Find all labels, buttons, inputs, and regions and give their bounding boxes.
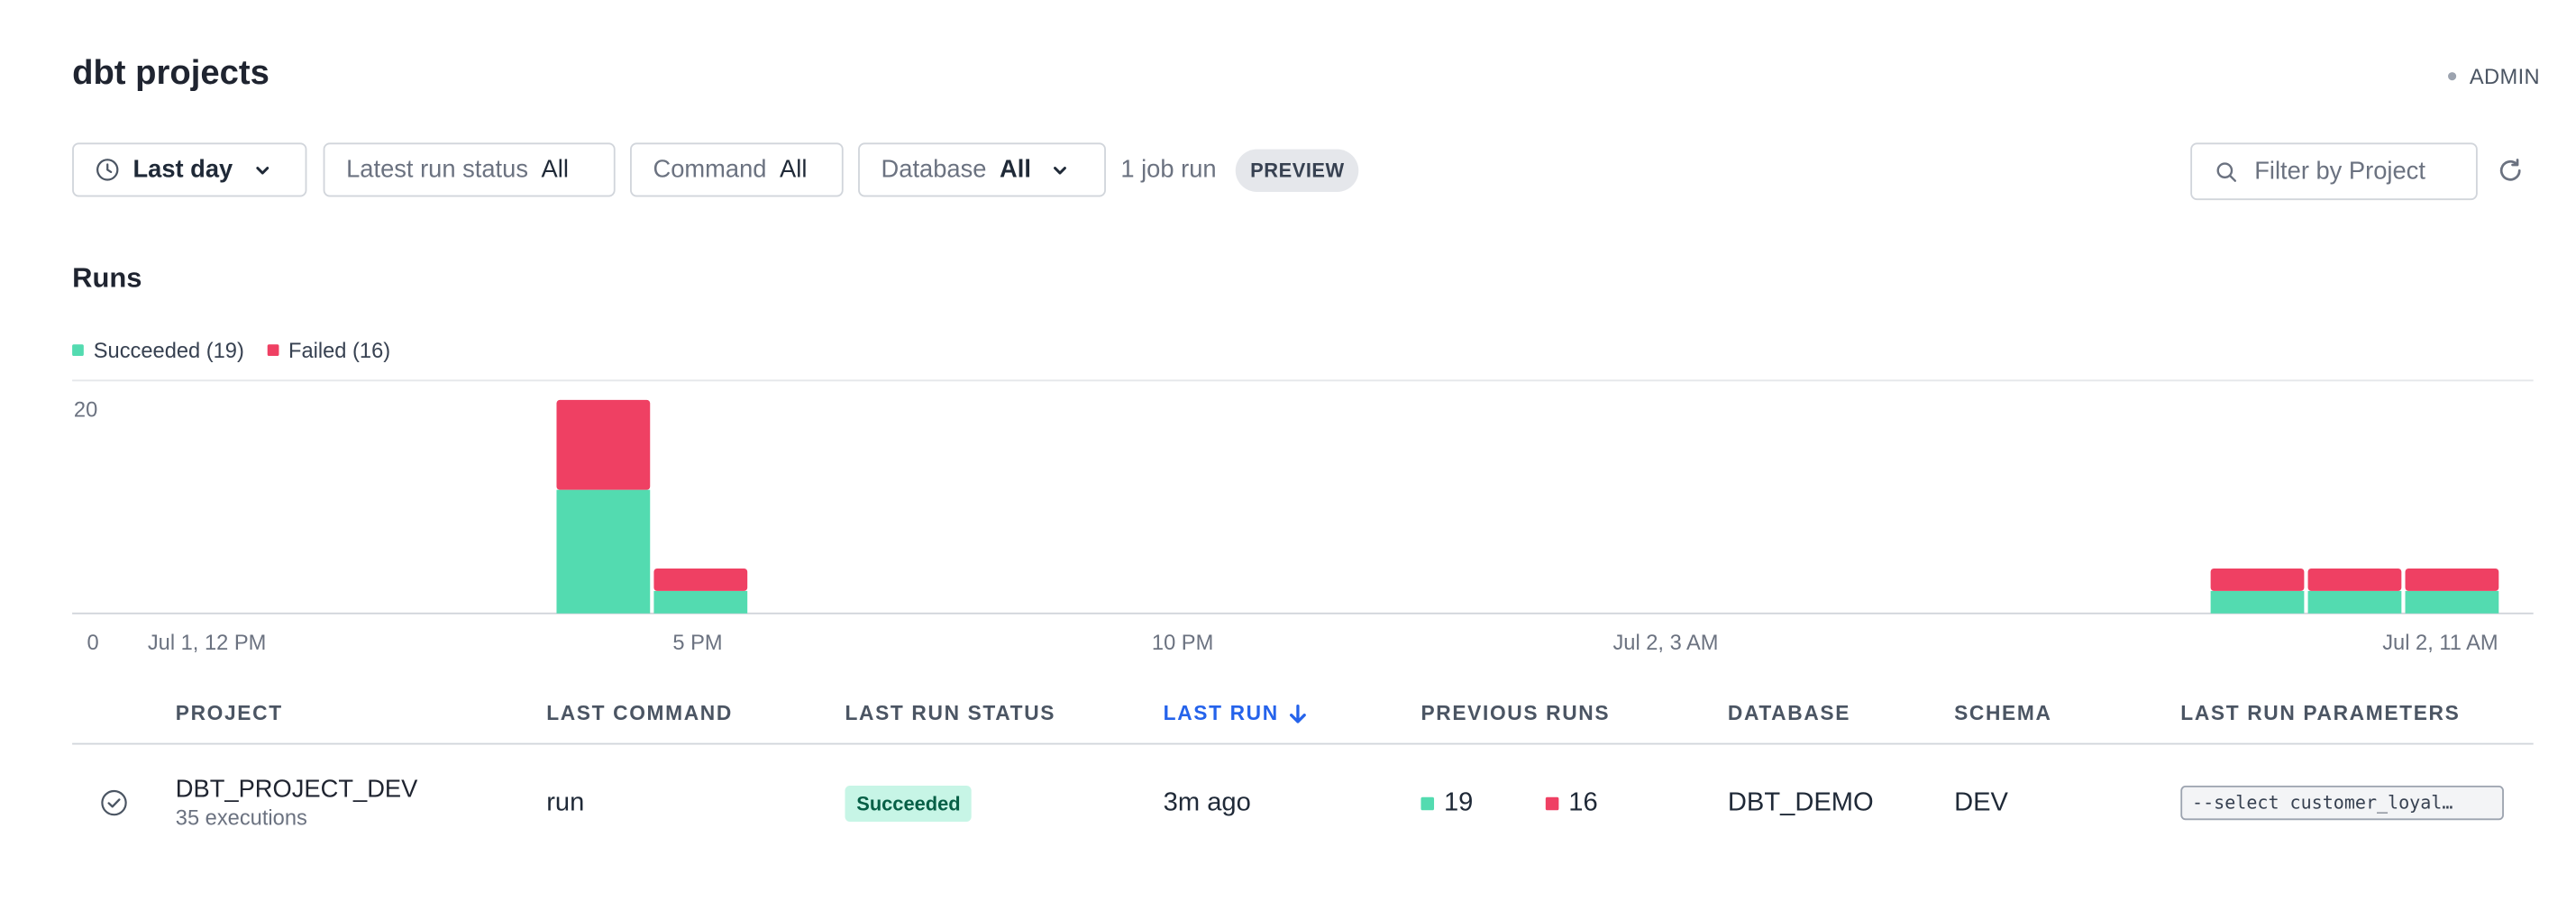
x-tick-jul2-3am: Jul 2, 3 AM xyxy=(1612,632,1718,655)
bar-failed-1[interactable] xyxy=(653,568,748,591)
check-circle-icon xyxy=(101,789,127,816)
bar-failed-3[interactable] xyxy=(2307,568,2402,591)
run-status-filter-value: All xyxy=(541,155,569,184)
database-filter-label: Database xyxy=(881,155,987,184)
project-executions: 35 executions xyxy=(175,805,307,831)
dbt-projects-page: dbt projects ADMIN Last day Latest run s… xyxy=(0,0,2576,914)
succeeded-swatch-icon xyxy=(72,344,84,357)
sort-descending-icon xyxy=(1290,704,1307,723)
search-icon xyxy=(2216,161,2237,181)
bar-succeeded-3[interactable] xyxy=(2307,590,2402,614)
refresh-icon[interactable] xyxy=(2496,156,2526,186)
x-tick-5pm: 5 PM xyxy=(672,632,722,655)
previous-succeeded: 19 xyxy=(1420,789,1473,819)
col-header-last-run[interactable]: LAST RUN xyxy=(1163,702,1309,725)
succeeded-swatch-icon xyxy=(1420,796,1435,811)
col-header-last-command[interactable]: LAST COMMAND xyxy=(546,702,733,724)
bar-failed-4[interactable] xyxy=(2405,568,2499,591)
job-run-count: 1 job run xyxy=(1120,155,1217,184)
bar-failed-2[interactable] xyxy=(2210,568,2305,591)
x-tick-10pm: 10 PM xyxy=(1152,632,1213,655)
page-title: dbt projects xyxy=(72,54,269,92)
legend-failed-label: Failed (16) xyxy=(288,338,391,363)
clock-icon xyxy=(96,159,119,181)
status-badge: Succeeded xyxy=(845,785,973,823)
status-dot-icon xyxy=(2448,72,2457,81)
legend-succeeded[interactable]: Succeeded (19) xyxy=(72,338,244,362)
col-header-last-run-parameters[interactable]: LAST RUN PARAMETERS xyxy=(2180,702,2460,724)
col-header-last-run-status[interactable]: LAST RUN STATUS xyxy=(845,702,1056,724)
previous-failed-count: 16 xyxy=(1568,788,1598,817)
project-search-input[interactable]: Filter by Project xyxy=(2190,142,2478,201)
col-header-previous-runs[interactable]: PREVIOUS RUNS xyxy=(1420,702,1610,724)
time-range-value: Last day xyxy=(132,155,233,184)
previous-succeeded-count: 19 xyxy=(1443,788,1474,817)
command-filter-value: All xyxy=(780,155,808,184)
chart-legend: Succeeded (19) Failed (16) xyxy=(72,338,390,362)
database-filter[interactable]: Database All xyxy=(858,142,1106,197)
last-run-cell: 3m ago xyxy=(1163,788,1251,817)
bar-succeeded-4[interactable] xyxy=(2405,590,2499,614)
col-header-last-run-label: LAST RUN xyxy=(1163,702,1279,725)
chevron-down-icon xyxy=(1054,166,1067,174)
bar-succeeded-1[interactable] xyxy=(653,590,748,614)
admin-label: ADMIN xyxy=(2469,63,2540,89)
bar-succeeded-2[interactable] xyxy=(2210,590,2305,614)
project-name-link[interactable]: DBT_PROJECT_DEV xyxy=(176,776,418,804)
chevron-down-icon xyxy=(256,166,269,174)
last-command-cell: run xyxy=(546,788,585,817)
bar-succeeded-0[interactable] xyxy=(556,489,651,614)
col-header-schema[interactable]: SCHEMA xyxy=(1954,702,2051,724)
table-row[interactable] xyxy=(72,748,2534,860)
schema-cell: DEV xyxy=(1954,788,2008,817)
bar-failed-0[interactable] xyxy=(556,399,651,490)
y-tick-0: 0 xyxy=(87,632,98,655)
admin-role: ADMIN xyxy=(2448,64,2540,88)
legend-succeeded-label: Succeeded (19) xyxy=(93,338,244,363)
x-tick-jul2-11am: Jul 2, 11 AM xyxy=(2382,632,2498,655)
y-tick-20: 20 xyxy=(74,398,97,422)
runs-heading: Runs xyxy=(72,262,142,294)
runs-chart: 20 0 Jul 1, 12 PM 5 PM 10 PM Jul 2, 3 AM… xyxy=(72,379,2534,655)
x-tick-jul1-12pm: Jul 1, 12 PM xyxy=(148,632,266,655)
col-header-database[interactable]: DATABASE xyxy=(1728,702,1850,724)
failed-swatch-icon xyxy=(267,344,279,357)
command-filter-label: Command xyxy=(653,155,767,184)
failed-swatch-icon xyxy=(1545,796,1559,811)
database-filter-value: All xyxy=(1000,155,1031,184)
run-status-filter-label: Latest run status xyxy=(346,155,528,184)
preview-badge: PREVIEW xyxy=(1235,149,1360,192)
database-cell: DBT_DEMO xyxy=(1727,788,1874,817)
command-filter[interactable]: Command All xyxy=(630,142,844,197)
search-placeholder: Filter by Project xyxy=(2254,157,2425,186)
col-header-project[interactable]: PROJECT xyxy=(176,702,283,724)
legend-failed[interactable]: Failed (16) xyxy=(267,338,390,362)
time-range-dropdown[interactable]: Last day xyxy=(72,142,307,197)
run-parameters-code[interactable]: --select customer_loyal… xyxy=(2180,785,2504,821)
chart-bars xyxy=(556,399,2499,614)
run-status-filter[interactable]: Latest run status All xyxy=(323,142,616,197)
table-header-divider xyxy=(72,742,2534,745)
previous-failed: 16 xyxy=(1545,788,1598,819)
